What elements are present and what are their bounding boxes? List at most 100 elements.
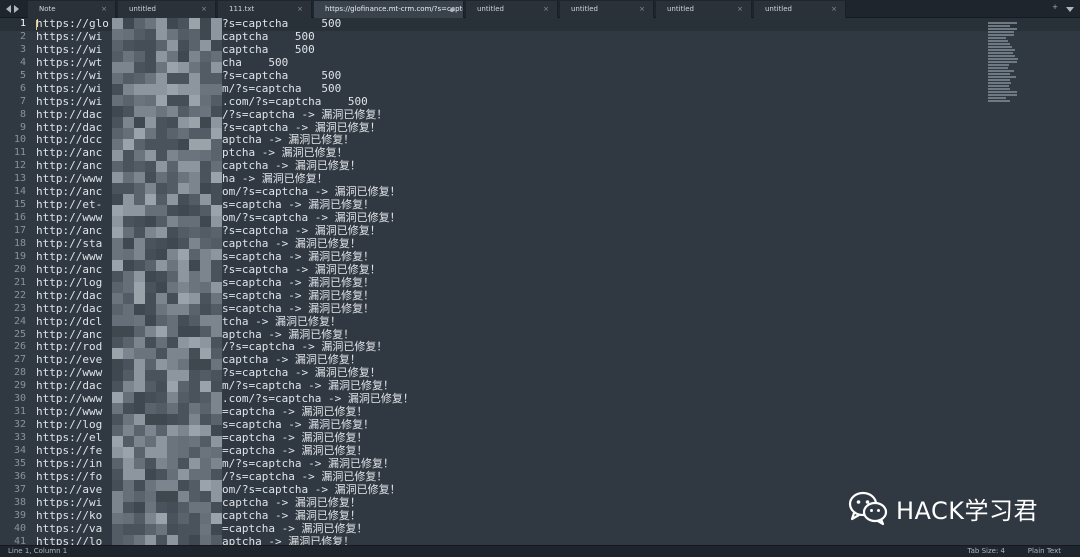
- redaction-pixel: [178, 62, 189, 73]
- redaction-pixel: [123, 18, 134, 29]
- redaction-pixel: [167, 51, 178, 62]
- redaction-pixel: [123, 348, 134, 359]
- redaction-pixel: [123, 326, 134, 337]
- tab-1[interactable]: Note ×: [28, 1, 116, 18]
- redaction-pixel: [145, 150, 156, 161]
- watermark: HACK学习君: [848, 490, 1038, 526]
- redaction-pixel: [123, 29, 134, 40]
- next-tab-icon[interactable]: [14, 5, 19, 13]
- redaction-pixel: [112, 106, 123, 117]
- line-number: 22: [13, 289, 26, 301]
- redaction-pixel: [156, 535, 167, 545]
- redaction-pixel: [112, 238, 123, 249]
- line-number: 41: [13, 535, 26, 546]
- tab-nav-arrows: [6, 3, 19, 15]
- redaction-pixel: [112, 227, 123, 238]
- url-prefix: http://www: [36, 172, 103, 186]
- line-number: 29: [13, 380, 26, 392]
- redaction-pixel: [156, 370, 167, 381]
- redaction-pixel: [156, 348, 167, 359]
- tab-3[interactable]: 111.txt ×: [218, 1, 312, 18]
- redaction-pixel: [145, 414, 156, 425]
- previous-tab-icon[interactable]: [6, 5, 11, 13]
- url-suffix-result: captcha -> 漏洞已修复！: [222, 495, 361, 509]
- line-number: 18: [13, 237, 26, 249]
- redaction-pixel: [178, 51, 189, 62]
- redaction-pixel: [189, 84, 200, 95]
- redaction-pixel: [156, 29, 167, 40]
- syntax-indicator[interactable]: Plain Text: [1028, 546, 1061, 557]
- redaction-pixel: [200, 205, 211, 216]
- close-tab-icon[interactable]: ×: [100, 1, 108, 18]
- minimap-line: [988, 97, 1006, 99]
- tab-list-dropdown-icon[interactable]: [1066, 7, 1074, 12]
- redaction-pixel: [123, 194, 134, 205]
- redaction-pixel: [211, 161, 222, 172]
- redaction-pixel: [112, 95, 123, 106]
- redaction-pixel: [145, 348, 156, 359]
- redaction-pixel: [145, 447, 156, 458]
- redaction-pixel: [156, 260, 167, 271]
- tab-6[interactable]: untitled ×: [560, 1, 654, 18]
- redaction-pixel: [211, 304, 222, 315]
- tab-4[interactable]: https://glofinance.mt-crm.com/?s=captcha…: [314, 1, 464, 18]
- url-prefix: https://in: [36, 456, 103, 470]
- redaction-pixel: [123, 128, 134, 139]
- redaction-pixel: [211, 436, 222, 447]
- minimap[interactable]: [988, 22, 1018, 102]
- redaction-pixel: [211, 326, 222, 337]
- close-tab-icon[interactable]: ×: [736, 1, 744, 18]
- plus-icon[interactable]: +: [1052, 3, 1058, 12]
- url-suffix-result: om/?s=captcha -> 漏洞已修复！: [222, 482, 401, 496]
- redaction-pixel: [156, 293, 167, 304]
- tab-7[interactable]: untitled ×: [656, 1, 752, 18]
- redaction-pixel: [145, 106, 156, 117]
- url-prefix: http://dcc: [36, 133, 103, 147]
- redaction-pixel: [112, 447, 123, 458]
- cursor-position[interactable]: Line 1, Column 1: [8, 546, 67, 557]
- tab-8[interactable]: untitled ×: [754, 1, 846, 18]
- redaction-pixel: [211, 403, 222, 414]
- redaction-pixel: [134, 194, 145, 205]
- url-prefix: http://anc: [36, 224, 103, 237]
- redaction-pixel: [156, 282, 167, 293]
- close-tab-icon[interactable]: ×: [200, 1, 208, 18]
- redaction-pixel: [178, 315, 189, 326]
- redaction-pixel: [112, 139, 123, 150]
- redaction-pixel: [189, 139, 200, 150]
- tab-size-indicator[interactable]: Tab Size: 4: [968, 546, 1005, 557]
- close-tab-icon[interactable]: ×: [830, 1, 838, 18]
- close-tab-icon[interactable]: ×: [296, 1, 304, 18]
- tab-5[interactable]: untitled ×: [466, 1, 558, 18]
- url-prefix: https://va: [36, 521, 103, 535]
- tab-2[interactable]: untitled ×: [118, 1, 216, 18]
- url-suffix-result: =captcha -> 漏洞已修复！: [222, 521, 368, 535]
- redaction-pixel: [112, 84, 123, 95]
- unsaved-dot-icon[interactable]: [450, 8, 454, 12]
- redaction-pixel: [145, 370, 156, 381]
- redaction-pixel: [134, 260, 145, 271]
- close-tab-icon[interactable]: ×: [638, 1, 646, 18]
- redaction-pixel: [211, 106, 222, 117]
- editor-area[interactable]: 1 2 3 4 5 6 7 8 9 10 11 12 13 14 15 16 17 18 19 20 21 22 23 24 2…: [0, 18, 1080, 545]
- url-prefix: https://wi: [36, 42, 103, 56]
- line-number: 24: [13, 315, 26, 327]
- redaction-pixel: [200, 392, 211, 403]
- text-caret: [36, 20, 37, 30]
- redaction-pixel: [189, 106, 200, 117]
- redaction-pixel: [134, 106, 145, 117]
- redaction-pixel: [145, 73, 156, 84]
- redaction-pixel: [134, 128, 145, 139]
- vertical-scrollbar[interactable]: [1062, 18, 1070, 545]
- redaction-pixel: [123, 150, 134, 161]
- redaction-pixel: [134, 524, 145, 535]
- redaction-pixel: [145, 392, 156, 403]
- redaction-pixel: [134, 216, 145, 227]
- redaction-pixel: [145, 29, 156, 40]
- redaction-pixel: [211, 51, 222, 62]
- redaction-pixel: [189, 51, 200, 62]
- redaction-pixel: [156, 359, 167, 370]
- redaction-pixel: [134, 73, 145, 84]
- close-tab-icon[interactable]: ×: [542, 1, 550, 18]
- redaction-pixel: [211, 491, 222, 502]
